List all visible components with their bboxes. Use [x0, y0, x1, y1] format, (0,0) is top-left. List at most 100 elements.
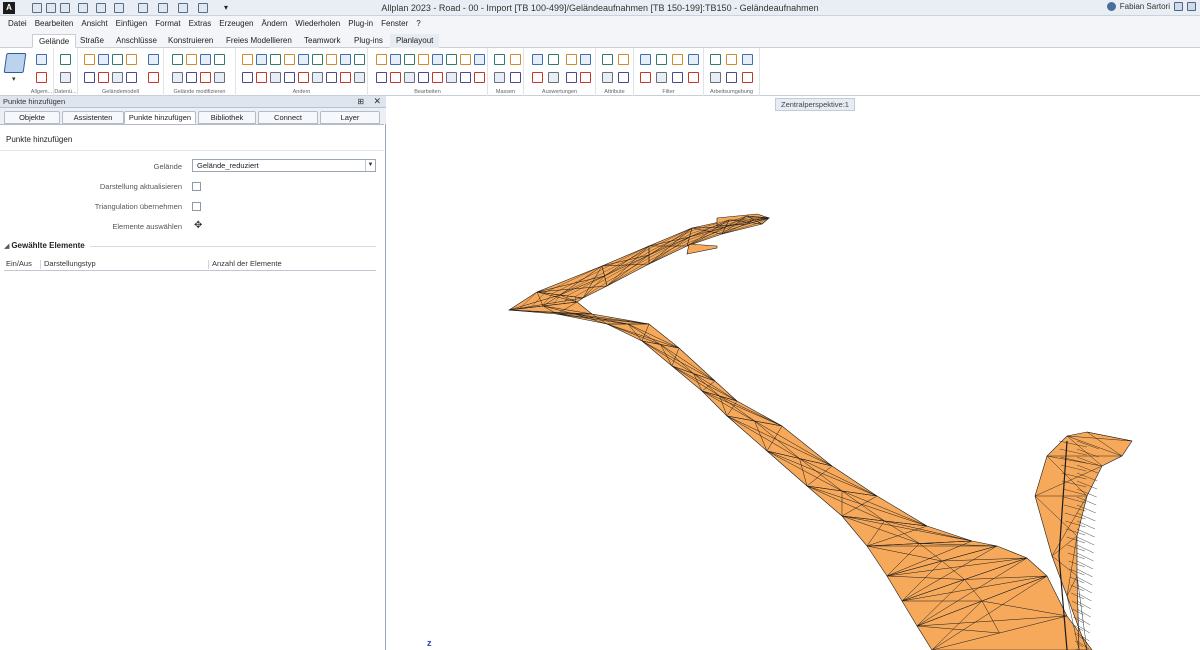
tab-assistenten[interactable]: Assistenten [62, 111, 124, 124]
ribbon-tool-icon[interactable] [742, 72, 753, 83]
ribbon-tool-icon[interactable] [148, 54, 159, 65]
ribbon-tool-icon[interactable] [580, 72, 591, 83]
ribbon-tool-icon[interactable] [214, 72, 225, 83]
menu-extras[interactable]: Extras [185, 16, 216, 32]
ribbon-tool-icon[interactable] [510, 54, 521, 65]
terrain-big-icon[interactable] [3, 53, 27, 73]
tab-punkte-hinzufuegen[interactable]: Punkte hinzufügen [124, 111, 196, 124]
chevron-down-icon[interactable]: ▼ [365, 160, 375, 171]
ribbon-tool-icon[interactable] [270, 54, 281, 65]
tab-teamwork[interactable]: Teamwork [298, 34, 346, 48]
ribbon-tool-icon[interactable] [148, 72, 159, 83]
ribbon-tool-icon[interactable] [418, 72, 429, 83]
ribbon-tool-icon[interactable] [548, 54, 559, 65]
open-icon[interactable] [60, 3, 70, 13]
ribbon-tool-icon[interactable] [256, 72, 267, 83]
ribbon-tool-icon[interactable] [126, 54, 137, 65]
ribbon-tool-icon[interactable] [340, 54, 351, 65]
ribbon-tool-icon[interactable] [726, 72, 737, 83]
layout-icon[interactable] [78, 3, 88, 13]
save-icon[interactable] [46, 3, 56, 13]
ribbon-tool-icon[interactable] [726, 54, 737, 65]
user-icon[interactable] [1106, 2, 1116, 11]
ribbon-tool-icon[interactable] [602, 72, 613, 83]
tab-konstruieren[interactable]: Konstruieren [162, 34, 219, 48]
ribbon-tool-icon[interactable] [98, 54, 109, 65]
ribbon-tool-icon[interactable] [460, 72, 471, 83]
help-icon[interactable] [1187, 2, 1196, 11]
tab-plugins[interactable]: Plug-ins [348, 34, 389, 48]
menu-help[interactable]: ? [412, 16, 424, 32]
ribbon-tool-icon[interactable] [742, 54, 753, 65]
ribbon-tool-icon[interactable] [312, 72, 323, 83]
ribbon-tool-icon[interactable] [242, 54, 253, 65]
ribbon-tool-icon[interactable] [312, 54, 323, 65]
tab-gelaende[interactable]: Gelände [32, 34, 77, 48]
ribbon-tool-icon[interactable] [112, 54, 123, 65]
ribbon-tool-icon[interactable] [474, 72, 485, 83]
ribbon-tool-icon[interactable] [186, 54, 197, 65]
ribbon-tool-icon[interactable] [376, 54, 387, 65]
menu-wiederholen[interactable]: Wiederholen [291, 16, 344, 32]
settings-icon[interactable] [1174, 2, 1183, 11]
ribbon-tool-icon[interactable] [418, 54, 429, 65]
ribbon-tool-icon[interactable] [36, 54, 47, 65]
ribbon-tool-icon[interactable] [172, 72, 183, 83]
ribbon-tool-icon[interactable] [60, 54, 71, 65]
ribbon-tool-icon[interactable] [84, 54, 95, 65]
ribbon-tool-icon[interactable] [656, 54, 667, 65]
redo-icon[interactable] [114, 3, 124, 13]
menu-datei[interactable]: Datei [4, 16, 31, 32]
column-darstellungstyp[interactable]: Darstellungstyp [44, 259, 96, 268]
ribbon-tool-icon[interactable] [710, 72, 721, 83]
ribbon-tool-icon[interactable] [566, 54, 577, 65]
ribbon-tool-icon[interactable] [404, 54, 415, 65]
menu-bearbeiten[interactable]: Bearbeiten [31, 16, 78, 32]
menu-plugin[interactable]: Plug-in [344, 16, 377, 32]
ribbon-tool-icon[interactable] [284, 72, 295, 83]
ribbon-tool-icon[interactable] [548, 72, 559, 83]
ribbon-tool-icon[interactable] [326, 72, 337, 83]
ribbon-tool-icon[interactable] [640, 54, 651, 65]
ribbon-tool-icon[interactable] [376, 72, 387, 83]
ribbon-tool-icon[interactable] [172, 54, 183, 65]
ribbon-tool-icon[interactable] [566, 72, 577, 83]
ribbon-tool-icon[interactable] [36, 72, 47, 83]
undo-icon[interactable] [96, 3, 106, 13]
ribbon-tool-icon[interactable] [656, 72, 667, 83]
terrain-select[interactable]: Gelände_reduziert ▼ [192, 159, 376, 172]
tab-layer[interactable]: Layer [320, 111, 380, 124]
tab-strasse[interactable]: Straße [74, 34, 110, 48]
ribbon-tool-icon[interactable] [672, 54, 683, 65]
ribbon-tool-icon[interactable] [446, 72, 457, 83]
ribbon-tool-icon[interactable] [126, 72, 137, 83]
ribbon-tool-icon[interactable] [390, 54, 401, 65]
pin-icon[interactable]: ⊞ [357, 97, 364, 106]
allplan-logo[interactable]: A [3, 2, 15, 14]
ribbon-tool-icon[interactable] [532, 54, 543, 65]
ribbon-tool-icon[interactable] [494, 72, 505, 83]
ribbon-tool-icon[interactable] [326, 54, 337, 65]
ribbon-tool-icon[interactable] [532, 72, 543, 83]
ribbon-tool-icon[interactable] [618, 72, 629, 83]
update-display-checkbox[interactable] [192, 182, 201, 191]
ribbon-tool-icon[interactable] [242, 72, 253, 83]
ribbon-tool-icon[interactable] [494, 54, 505, 65]
crosshair-icon[interactable]: ✥ [194, 221, 202, 231]
ribbon-tool-icon[interactable] [432, 54, 443, 65]
tab-objekte[interactable]: Objekte [4, 111, 60, 124]
ribbon-tool-icon[interactable] [270, 72, 281, 83]
tools-icon[interactable] [198, 3, 208, 13]
ribbon-tool-icon[interactable] [688, 54, 699, 65]
chevron-down-icon[interactable]: ▾ [12, 75, 16, 83]
view-label[interactable]: Zentralperspektive:1 [775, 98, 855, 111]
ribbon-tool-icon[interactable] [200, 54, 211, 65]
menu-erzeugen[interactable]: Erzeugen [215, 16, 257, 32]
ribbon-tool-icon[interactable] [446, 54, 457, 65]
tab-planlayout[interactable]: Planlayout [390, 34, 440, 48]
column-ein-aus[interactable]: Ein/Aus [6, 259, 32, 268]
triangulation-checkbox[interactable] [192, 202, 201, 211]
user-name[interactable]: Fabian Sartori [1120, 2, 1170, 11]
ribbon-tool-icon[interactable] [390, 72, 401, 83]
tab-bibliothek[interactable]: Bibliothek [198, 111, 256, 124]
